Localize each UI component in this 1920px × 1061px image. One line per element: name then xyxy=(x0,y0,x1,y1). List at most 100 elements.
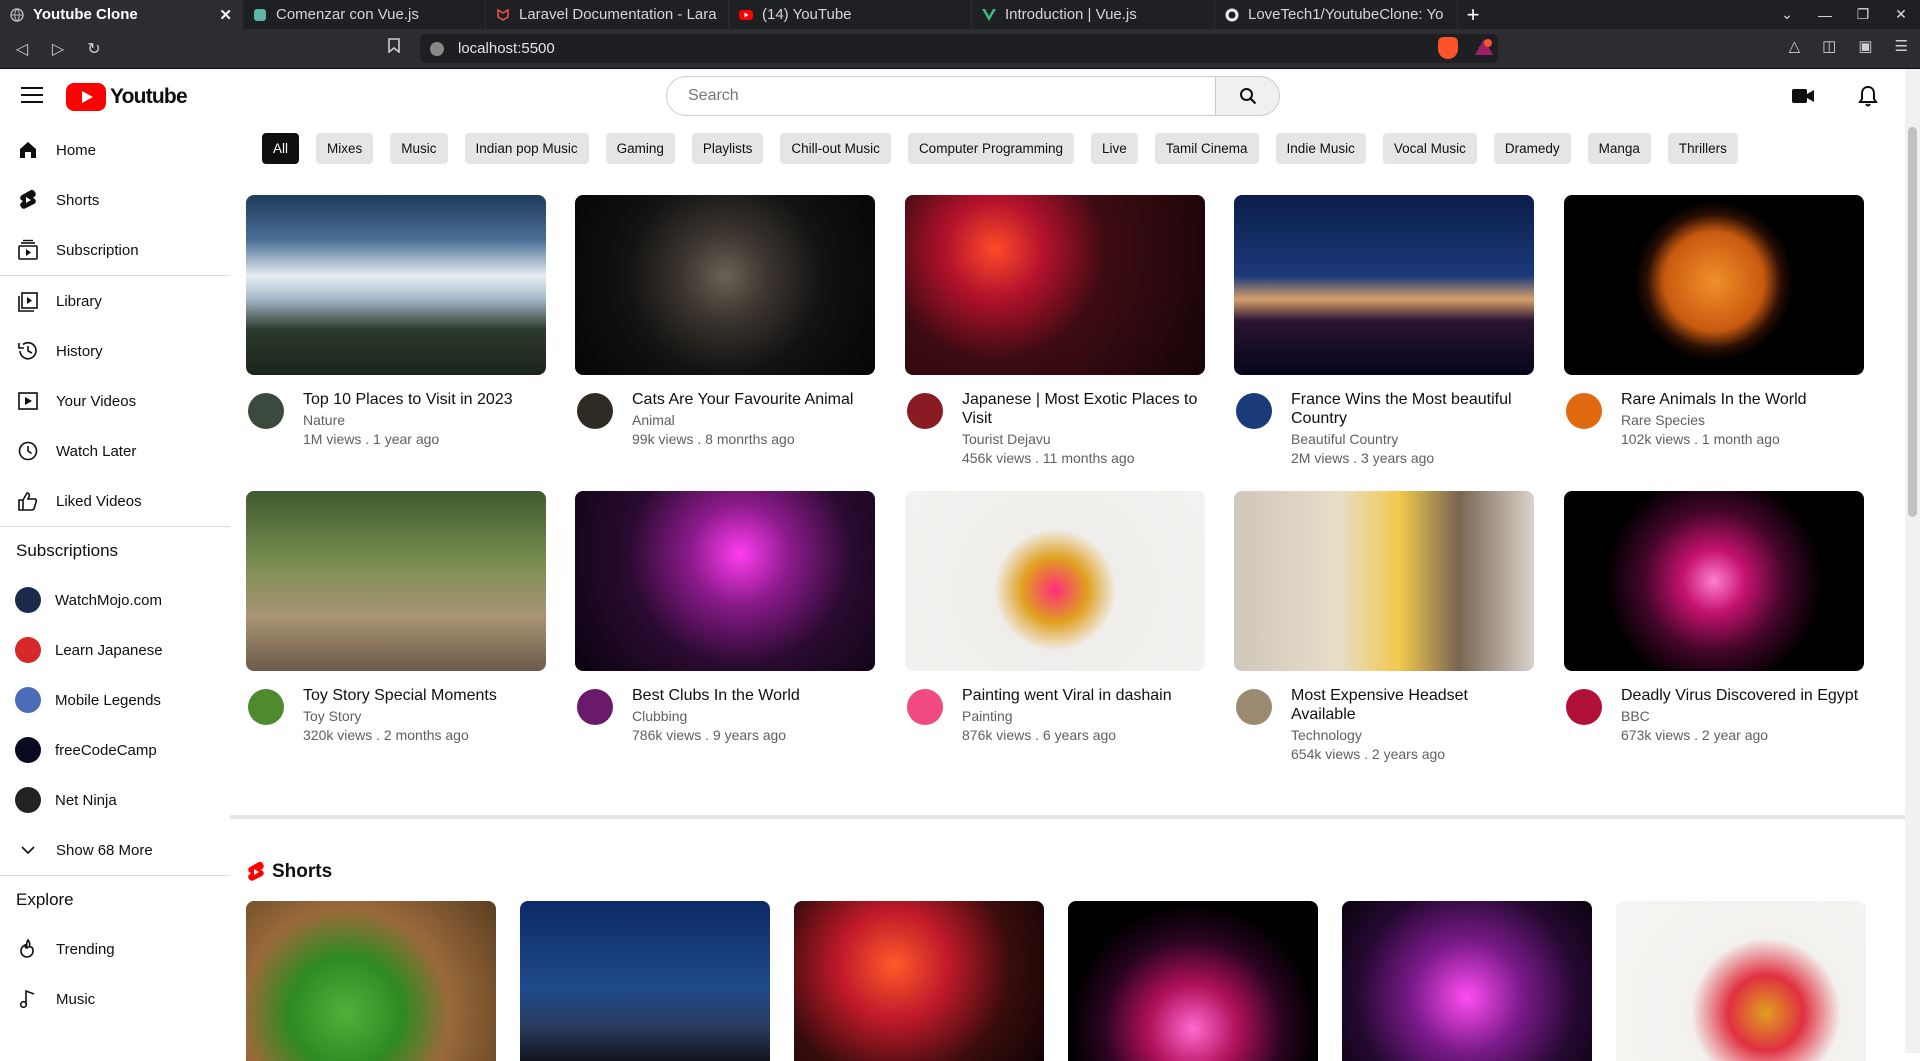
channel-name[interactable]: Rare Species xyxy=(1621,411,1864,429)
filter-chip[interactable]: Live xyxy=(1091,133,1138,164)
youtube-logo[interactable]: Youtube xyxy=(66,83,188,111)
short-thumbnail[interactable] xyxy=(1616,901,1866,1061)
short-thumbnail[interactable] xyxy=(246,901,496,1061)
browser-tab[interactable]: Comenzar con Vue.js xyxy=(243,0,486,29)
channel-name[interactable]: Toy Story xyxy=(303,707,546,725)
channel-avatar[interactable] xyxy=(907,393,943,429)
sidebar-subscription-mobile-legends[interactable]: Mobile Legends xyxy=(0,675,230,725)
video-card[interactable]: Painting went Viral in dashain Painting 87… xyxy=(905,491,1205,745)
hamburger-menu-icon[interactable] xyxy=(21,87,43,103)
short-thumbnail[interactable] xyxy=(1068,901,1318,1061)
filter-chip[interactable]: Dramedy xyxy=(1493,133,1571,164)
filter-chip[interactable]: Gaming xyxy=(605,133,675,164)
video-title[interactable]: Japanese | Most Exotic Places to Visit xyxy=(962,390,1202,428)
channel-avatar[interactable] xyxy=(248,393,284,429)
video-thumbnail[interactable] xyxy=(905,491,1205,671)
video-card[interactable]: France Wins the Most beautiful Country Be… xyxy=(1234,195,1534,468)
new-tab-button[interactable]: + xyxy=(1458,0,1488,29)
create-video-icon[interactable] xyxy=(1791,85,1815,112)
video-title[interactable]: Best Clubs In the World xyxy=(632,686,872,705)
video-card[interactable]: Japanese | Most Exotic Places to Visit To… xyxy=(905,195,1205,468)
video-thumbnail[interactable] xyxy=(1234,491,1534,671)
video-card[interactable]: Most Expensive Headset Available Technolo… xyxy=(1234,491,1534,764)
video-title[interactable]: Cats Are Your Favourite Animal xyxy=(632,390,872,409)
channel-name[interactable]: Technology xyxy=(1291,726,1534,744)
video-card[interactable]: Rare Animals In the World Rare Species 102… xyxy=(1564,195,1864,449)
page-scrollbar[interactable] xyxy=(1905,69,1920,1053)
filter-chip[interactable]: Mixes xyxy=(316,133,374,164)
video-thumbnail[interactable] xyxy=(575,195,875,375)
sidebar-item-watch-later[interactable]: Watch Later xyxy=(0,426,230,476)
sidebar-subscription-net-ninja[interactable]: Net Ninja xyxy=(0,775,230,825)
reload-button[interactable]: ↻ xyxy=(80,35,108,63)
video-title[interactable]: Deadly Virus Discovered in Egypt xyxy=(1621,686,1861,705)
short-thumbnail[interactable] xyxy=(1342,901,1592,1061)
channel-avatar[interactable] xyxy=(577,393,613,429)
filter-chip[interactable]: Tamil Cinema xyxy=(1154,133,1259,164)
video-thumbnail[interactable] xyxy=(905,195,1205,375)
back-button[interactable]: ◁ xyxy=(8,35,36,63)
video-card[interactable]: Top 10 Places to Visit in 2023 Nature 1M v… xyxy=(246,195,546,449)
video-thumbnail[interactable] xyxy=(1564,195,1864,375)
sidebar-subscription-watchmojo-com[interactable]: WatchMojo.com xyxy=(0,575,230,625)
browser-tab[interactable]: Youtube Clone ✕ xyxy=(0,0,243,29)
sidebar-item-library[interactable]: Library xyxy=(0,276,230,326)
sidebar-item-music[interactable]: Music xyxy=(0,974,230,1024)
filter-chip[interactable]: Music xyxy=(390,133,448,164)
channel-avatar[interactable] xyxy=(577,689,613,725)
sidebar-item-subscription[interactable]: Subscription xyxy=(0,225,230,275)
browser-tab[interactable]: Laravel Documentation - Lara xyxy=(486,0,729,29)
extensions-icon[interactable]: △ xyxy=(1789,37,1801,55)
sidebar-item-liked-videos[interactable]: Liked Videos xyxy=(0,476,230,526)
forward-button[interactable]: ▷ xyxy=(44,35,72,63)
video-title[interactable]: France Wins the Most beautiful Country xyxy=(1291,390,1531,428)
video-thumbnail[interactable] xyxy=(246,195,546,375)
filter-chip[interactable]: Vocal Music xyxy=(1382,133,1477,164)
channel-avatar[interactable] xyxy=(248,689,284,725)
channel-avatar[interactable] xyxy=(907,689,943,725)
sidebar-item-history[interactable]: History xyxy=(0,326,230,376)
channel-name[interactable]: Animal xyxy=(632,411,875,429)
filter-chip[interactable]: Chill-out Music xyxy=(780,133,891,164)
maximize-icon[interactable]: ❐ xyxy=(1844,6,1882,23)
tab-list-chevron-icon[interactable]: ⌄ xyxy=(1768,6,1806,23)
sidebar-item-shorts[interactable]: Shorts xyxy=(0,175,230,225)
video-card[interactable]: Best Clubs In the World Clubbing 786k view… xyxy=(575,491,875,745)
sidebar-subscription-learn-japanese[interactable]: Learn Japanese xyxy=(0,625,230,675)
video-title[interactable]: Top 10 Places to Visit in 2023 xyxy=(303,390,543,409)
url-field[interactable]: localhost:5500 < xyxy=(420,34,1498,63)
sidebar-item-home[interactable]: Home xyxy=(0,125,230,175)
filter-chip[interactable]: Thrillers xyxy=(1667,133,1738,164)
channel-name[interactable]: Beautiful Country xyxy=(1291,430,1534,448)
channel-avatar[interactable] xyxy=(1236,393,1272,429)
video-thumbnail[interactable] xyxy=(575,491,875,671)
sidebar-toggle-icon[interactable]: ◫ xyxy=(1822,37,1836,55)
video-title[interactable]: Rare Animals In the World xyxy=(1621,390,1861,409)
short-thumbnail[interactable] xyxy=(520,901,770,1061)
browser-tab[interactable]: (14) YouTube xyxy=(729,0,972,29)
channel-avatar[interactable] xyxy=(1236,689,1272,725)
video-thumbnail[interactable] xyxy=(1564,491,1864,671)
filter-chip[interactable]: All xyxy=(262,133,300,164)
video-thumbnail[interactable] xyxy=(1234,195,1534,375)
filter-chip[interactable]: Manga xyxy=(1587,133,1651,164)
minimize-icon[interactable]: — xyxy=(1806,7,1844,23)
close-window-icon[interactable]: ✕ xyxy=(1882,6,1920,23)
menu-icon[interactable]: ☰ xyxy=(1895,37,1908,55)
sidebar-item-trending[interactable]: Trending xyxy=(0,924,230,974)
video-title[interactable]: Toy Story Special Moments xyxy=(303,686,543,705)
short-thumbnail[interactable] xyxy=(794,901,1044,1061)
brave-rewards-icon[interactable] xyxy=(1474,38,1493,56)
show-more-button[interactable]: Show 68 More xyxy=(0,825,230,875)
brave-shields-icon[interactable] xyxy=(1438,37,1458,59)
video-card[interactable]: Cats Are Your Favourite Animal Animal 99k … xyxy=(575,195,875,449)
filter-chip[interactable]: Computer Programming xyxy=(907,133,1074,164)
wallet-icon[interactable]: ▣ xyxy=(1858,37,1872,55)
channel-avatar[interactable] xyxy=(1566,689,1602,725)
close-tab-icon[interactable]: ✕ xyxy=(219,6,232,24)
channel-name[interactable]: Painting xyxy=(962,707,1205,725)
filter-chip[interactable]: Indie Music xyxy=(1275,133,1366,164)
channel-name[interactable]: Clubbing xyxy=(632,707,875,725)
search-button[interactable] xyxy=(1216,76,1280,116)
video-card[interactable]: Deadly Virus Discovered in Egypt BBC 673k … xyxy=(1564,491,1864,745)
